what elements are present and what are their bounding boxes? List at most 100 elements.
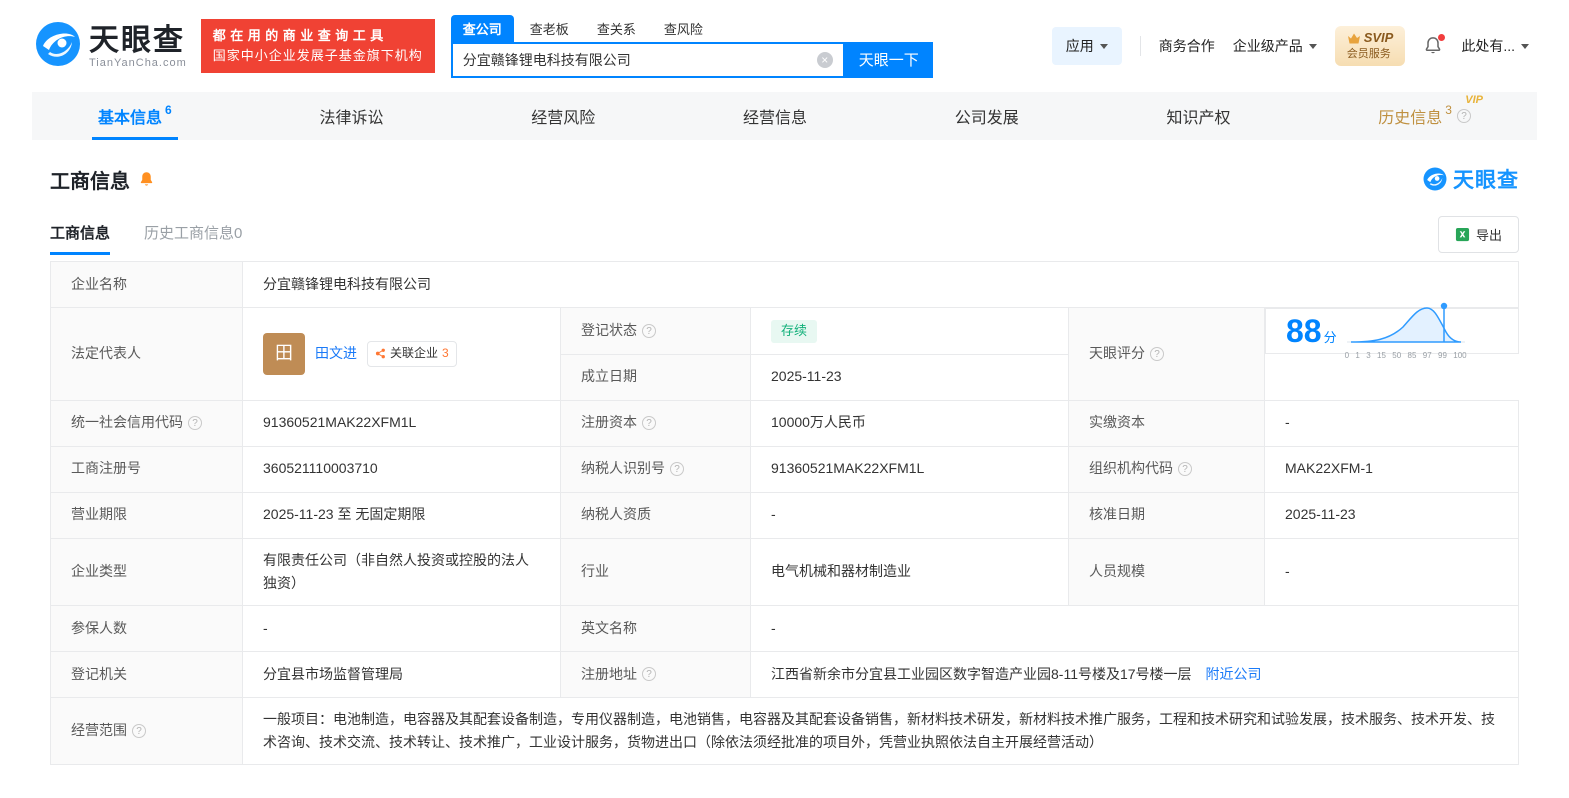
address-text: 江西省新余市分宜县工业园区数字智造产业园8-11号楼及17号楼一层 bbox=[771, 665, 1192, 682]
info-row: 企业类型 有限责任公司（非自然人投资或控股的法人独资） 行业 电气机械和器材制造… bbox=[50, 537, 1519, 606]
field-label: 登记机关 bbox=[50, 650, 243, 698]
nav-business-cooperation[interactable]: 商务合作 bbox=[1159, 36, 1215, 56]
tianyancha-logo-icon bbox=[35, 21, 81, 72]
credit-code-value: 91360521MAK22XFM1L bbox=[242, 399, 561, 447]
reg-status-value: 存续 bbox=[750, 307, 1069, 355]
tab-operation-risk[interactable]: 经营风险 bbox=[525, 92, 601, 140]
promo-line1: 都在用的商业查询工具 bbox=[212, 27, 388, 43]
status-badge: 存续 bbox=[771, 319, 818, 343]
help-icon[interactable] bbox=[1178, 462, 1192, 476]
business-info-table: 企业名称 分宜赣锋锂电科技有限公司 法定代表人 田 田文进 关联企业 3 登记状… bbox=[50, 261, 1519, 765]
export-label: 导出 bbox=[1475, 228, 1502, 243]
help-icon[interactable] bbox=[1150, 346, 1164, 361]
english-name-value: - bbox=[750, 604, 1519, 652]
score-value: 88 分 bbox=[1286, 313, 1337, 349]
notification-bell-icon[interactable] bbox=[1423, 34, 1446, 56]
promo-line2: 国家中小企业发展子基金旗下机构 bbox=[212, 48, 423, 63]
reg-number-value: 360521110003710 bbox=[242, 445, 561, 493]
top-header: 天眼查 TianYanCha.com 都在用的商业查询工具 国家中小企业发展子基… bbox=[0, 0, 1569, 92]
info-row: 参保人数 - 英文名称 - bbox=[50, 604, 1519, 652]
brand-domain: TianYanCha.com bbox=[89, 56, 187, 69]
divider bbox=[1139, 36, 1141, 56]
related-companies-count: 3 bbox=[442, 345, 449, 360]
legal-rep-link[interactable]: 田文进 bbox=[315, 342, 357, 365]
tab-legal-litigation[interactable]: 法律诉讼 bbox=[313, 92, 389, 140]
crown-icon bbox=[1347, 33, 1360, 44]
chevron-down-icon bbox=[1521, 44, 1529, 49]
company-name-value: 分宜赣锋锂电科技有限公司 bbox=[242, 261, 1519, 308]
export-button[interactable]: 导出 bbox=[1437, 216, 1519, 253]
field-label: 企业名称 bbox=[50, 261, 243, 308]
tab-company-development[interactable]: 公司发展 bbox=[949, 92, 1025, 140]
field-label: 参保人数 bbox=[50, 604, 243, 652]
info-row: 营业期限 2025-11-23 至 无固定期限 纳税人资质 - 核准日期 202… bbox=[50, 491, 1519, 539]
user-menu-label: 此处有... bbox=[1461, 38, 1515, 54]
clear-search-icon[interactable] bbox=[816, 51, 833, 68]
brand-logo[interactable]: 天眼查 TianYanCha.com bbox=[35, 21, 187, 72]
user-menu[interactable]: 此处有... bbox=[1461, 36, 1529, 56]
app-dropdown[interactable]: 应用 bbox=[1051, 27, 1122, 65]
search-input[interactable] bbox=[462, 51, 817, 68]
approval-date-value: 2025-11-23 bbox=[1264, 491, 1519, 539]
org-code-value: MAK22XFM-1 bbox=[1264, 445, 1519, 493]
field-label: 工商注册号 bbox=[50, 445, 243, 493]
business-term-value: 2025-11-23 至 无固定期限 bbox=[242, 491, 561, 539]
promo-banner: 都在用的商业查询工具 国家中小企业发展子基金旗下机构 bbox=[200, 18, 435, 74]
search-tab-risk[interactable]: 查风险 bbox=[652, 15, 715, 42]
chevron-down-icon bbox=[1099, 44, 1108, 49]
tab-history-info[interactable]: VIP 历史信息 3 bbox=[1372, 92, 1483, 140]
tab-basic-info[interactable]: 基本信息 6 bbox=[92, 92, 178, 140]
tianyancha-logo-icon bbox=[1423, 167, 1447, 191]
search-tab-boss[interactable]: 查老板 bbox=[518, 15, 581, 42]
section-tabs-bar: 基本信息 6 法律诉讼 经营风险 经营信息 公司发展 知识产权 VIP 历史信息 3 bbox=[32, 92, 1537, 140]
related-companies-label: 关联企业 bbox=[390, 345, 439, 360]
search-button[interactable]: 天眼一下 bbox=[844, 41, 933, 78]
tab-operation-info[interactable]: 经营信息 bbox=[737, 92, 813, 140]
help-icon[interactable] bbox=[642, 667, 656, 682]
field-label: 纳税人识别号 bbox=[560, 445, 751, 493]
svip-sublabel: 会员服务 bbox=[1346, 48, 1391, 61]
tab-label: 法律诉讼 bbox=[319, 110, 384, 127]
tab-intellectual-property[interactable]: 知识产权 bbox=[1161, 92, 1237, 140]
tab-label: 经营信息 bbox=[742, 110, 807, 127]
info-row: 工商注册号 360521110003710 纳税人识别号 91360521MAK… bbox=[50, 445, 1519, 493]
search-tabs: 查公司 查老板 查关系 查风险 bbox=[450, 14, 933, 42]
field-label: 成立日期 bbox=[560, 353, 751, 401]
field-label: 经营范围 bbox=[50, 696, 243, 765]
paid-capital-value: - bbox=[1264, 399, 1519, 447]
notification-dot bbox=[1438, 34, 1446, 41]
subtab-history-business-info[interactable]: 历史工商信息0 bbox=[144, 222, 242, 255]
subscribe-bell-icon[interactable] bbox=[138, 171, 155, 188]
subtab-business-info[interactable]: 工商信息 bbox=[50, 222, 111, 255]
tab-label: 公司发展 bbox=[954, 110, 1019, 127]
nearby-companies-link[interactable]: 附近公司 bbox=[1205, 666, 1261, 682]
enterprise-products-label: 企业级产品 bbox=[1232, 38, 1303, 54]
help-icon[interactable] bbox=[642, 323, 656, 338]
field-label: 核准日期 bbox=[1068, 491, 1265, 539]
excel-icon bbox=[1455, 227, 1470, 242]
nav-enterprise-products[interactable]: 企业级产品 bbox=[1233, 36, 1317, 56]
field-label: 法定代表人 bbox=[50, 307, 243, 401]
info-row: 登记机关 分宜县市场监督管理局 注册地址 江西省新余市分宜县工业园区数字智造产业… bbox=[50, 650, 1519, 698]
help-icon[interactable] bbox=[1456, 109, 1471, 123]
svip-member-badge[interactable]: SVIP 会员服务 bbox=[1334, 26, 1406, 66]
help-icon[interactable] bbox=[188, 416, 202, 430]
field-label: 英文名称 bbox=[560, 604, 751, 652]
brand-name: 天眼查 bbox=[89, 23, 185, 57]
help-icon[interactable] bbox=[642, 416, 656, 430]
chevron-down-icon bbox=[1308, 44, 1317, 49]
section-title: 工商信息 bbox=[50, 170, 130, 193]
field-label: 纳税人资质 bbox=[560, 491, 751, 539]
reg-capital-value: 10000万人民币 bbox=[750, 399, 1069, 447]
legal-rep-avatar[interactable]: 田 bbox=[263, 332, 305, 375]
help-icon[interactable] bbox=[670, 462, 684, 476]
help-icon[interactable] bbox=[132, 723, 146, 738]
search-tab-company[interactable]: 查公司 bbox=[450, 14, 514, 42]
taxpayer-quality-value: - bbox=[750, 491, 1069, 539]
search-tab-relation[interactable]: 查关系 bbox=[585, 15, 648, 42]
field-label: 人员规模 bbox=[1068, 537, 1265, 606]
business-scope-value: 一般项目：电池制造，电容器及其配套设备制造，专用仪器制造，电池销售，电容器及其配… bbox=[242, 696, 1519, 765]
tab-label: 基本信息 bbox=[98, 110, 163, 127]
related-companies-tag[interactable]: 关联企业 3 bbox=[367, 340, 457, 367]
score-distribution-chart: 0 1 3 15 50 85 97 99 100 bbox=[1345, 300, 1467, 362]
